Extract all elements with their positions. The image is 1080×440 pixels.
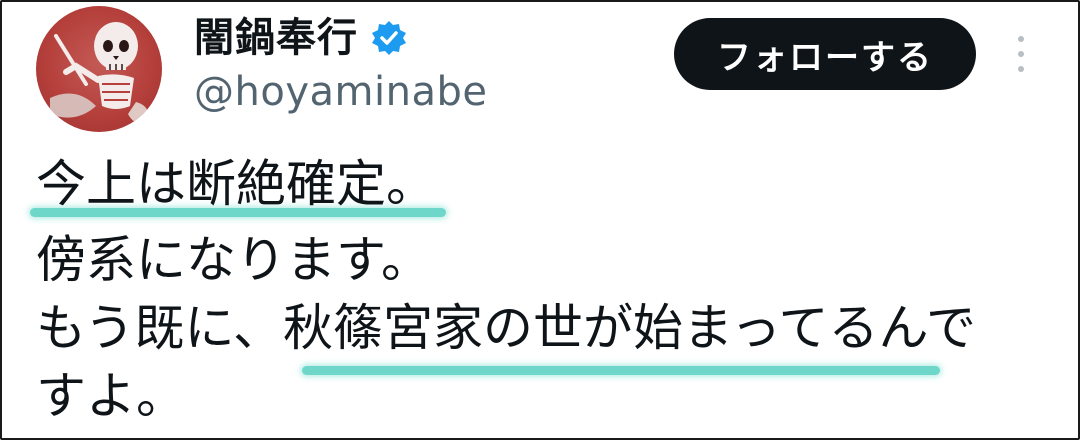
tweet-text-line: もう既に、秋篠宮家の世が始まってるんで <box>36 299 976 357</box>
tweet-card: 闇鍋奉行 @hoyaminabe フォローする 今上は断絶確定。 傍系になります… <box>0 0 1080 440</box>
verified-badge-icon <box>370 19 408 57</box>
tweet-text-line: すよ。 <box>36 367 186 425</box>
tweet-text-line: 傍系になります。 <box>36 231 431 289</box>
user-handle[interactable]: @hoyaminabe <box>194 66 487 118</box>
follow-button[interactable]: フォローする <box>674 18 976 90</box>
display-name[interactable]: 闇鍋奉行 <box>194 12 358 64</box>
more-vertical-icon[interactable] <box>1014 34 1028 74</box>
skeleton-avatar-icon[interactable] <box>36 6 162 132</box>
highlight-underline <box>302 366 940 375</box>
author-name-row[interactable]: 闇鍋奉行 <box>194 12 408 64</box>
tweet-text-line: 今上は断絶確定。 <box>36 155 436 213</box>
